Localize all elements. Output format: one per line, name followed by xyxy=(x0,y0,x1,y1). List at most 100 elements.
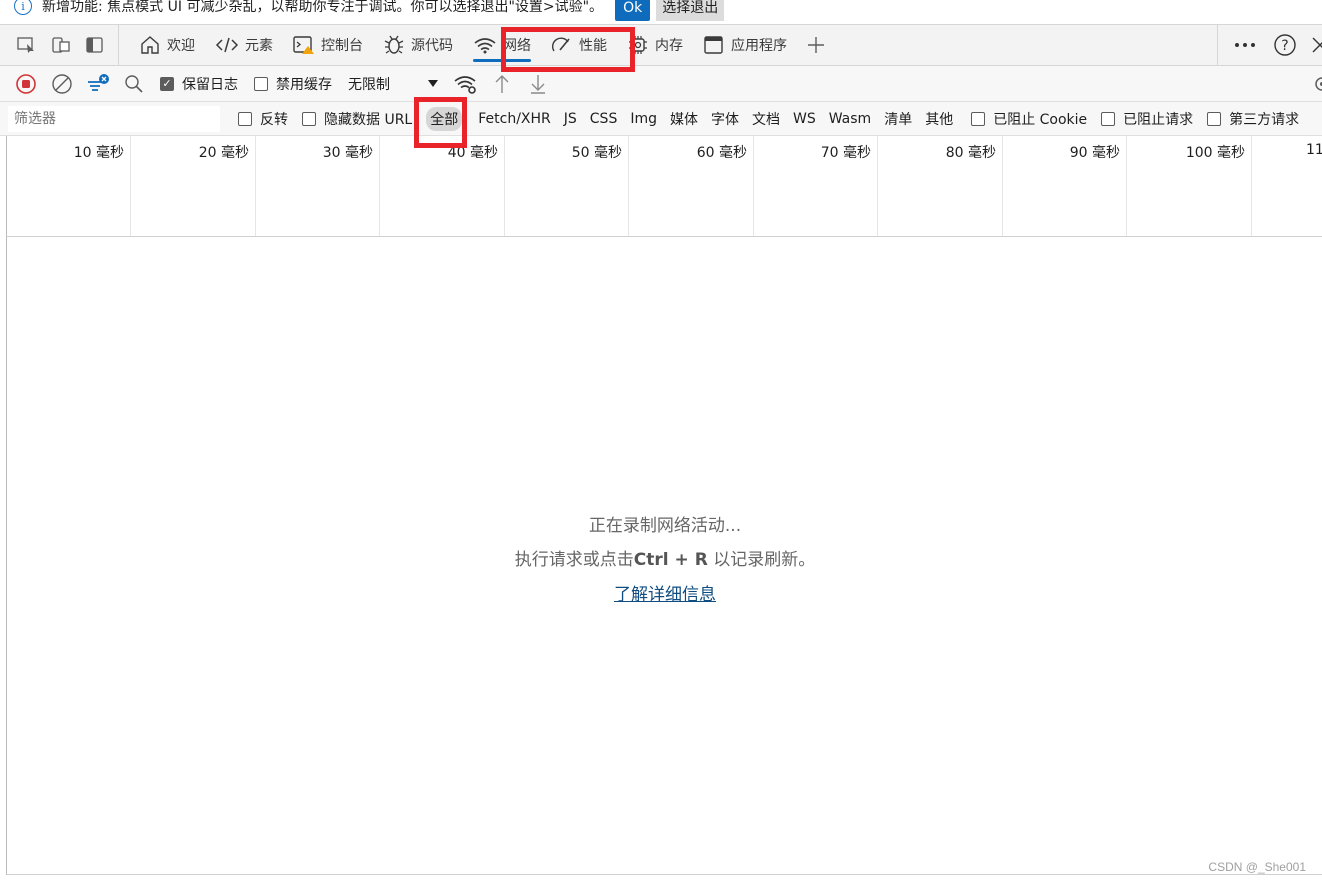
close-icon[interactable] xyxy=(1310,30,1322,60)
checkbox-box xyxy=(1207,111,1222,126)
blocked-requests-label: 已阻止请求 xyxy=(1123,111,1194,128)
disable-cache-checkbox[interactable]: 禁用缓存 xyxy=(254,74,332,94)
blocked-requests-checkbox[interactable]: 已阻止请求 xyxy=(1101,109,1193,129)
help-icon[interactable]: ? xyxy=(1268,30,1302,60)
timeline-tick: 30 毫秒 xyxy=(256,136,380,236)
network-conditions-icon[interactable] xyxy=(448,69,484,99)
tab-elements[interactable]: 元素 xyxy=(205,25,283,65)
tab-label: 源代码 xyxy=(411,38,453,54)
preserve-log-label: 保留日志 xyxy=(182,76,238,93)
tab-performance[interactable]: 性能 xyxy=(541,25,617,65)
tab-sources[interactable]: 源代码 xyxy=(373,25,463,65)
throttle-value: 无限制 xyxy=(348,76,390,93)
filter-type-other[interactable]: 其他 xyxy=(921,107,957,131)
bug-icon xyxy=(383,35,405,55)
hint-suffix: 以记录刷新。 xyxy=(713,550,816,570)
opt-out-button[interactable]: 选择退出 xyxy=(656,0,725,21)
filter-input[interactable] xyxy=(8,105,220,132)
import-har-icon[interactable] xyxy=(484,69,520,99)
blocked-cookies-label: 已阻止 Cookie xyxy=(993,111,1088,128)
filter-type-doc[interactable]: 文档 xyxy=(748,107,784,131)
filter-type-wasm[interactable]: Wasm xyxy=(825,109,875,129)
add-tab-plus-icon[interactable] xyxy=(799,30,833,60)
filter-bar: 反转 隐藏数据 URL 全部 Fetch/XHR JS CSS Img 媒体 字… xyxy=(0,102,1322,136)
learn-more-link[interactable]: 了解详细信息 xyxy=(614,585,716,605)
tabbar-right-tools: ? xyxy=(1217,25,1322,65)
hide-data-urls-label: 隐藏数据 URL xyxy=(324,111,413,128)
filter-type-media[interactable]: 媒体 xyxy=(666,107,702,131)
inspect-element-icon[interactable] xyxy=(10,30,44,60)
filter-type-fetch-xhr[interactable]: Fetch/XHR xyxy=(474,109,555,129)
timeline-overview[interactable]: 10 毫秒 20 毫秒 30 毫秒 40 毫秒 50 毫秒 60 毫秒 70 毫… xyxy=(6,136,1322,237)
export-har-icon[interactable] xyxy=(520,69,556,99)
window-icon xyxy=(703,35,725,55)
timeline-tick: 70 毫秒 xyxy=(754,136,878,236)
invert-checkbox[interactable]: 反转 xyxy=(238,109,288,129)
clear-icon[interactable] xyxy=(44,69,80,99)
tab-label: 应用程序 xyxy=(731,38,787,54)
blocked-cookies-checkbox[interactable]: 已阻止 Cookie xyxy=(971,109,1087,129)
filter-type-ws[interactable]: WS xyxy=(789,109,820,129)
checkbox-box xyxy=(302,111,316,126)
tab-label: 性能 xyxy=(579,38,607,54)
network-toolbar: ✓ 保留日志 禁用缓存 无限制 xyxy=(0,66,1322,102)
recording-message: 正在录制网络活动... xyxy=(588,516,742,536)
shortcut-key: Ctrl + R xyxy=(633,550,708,570)
hide-data-urls-checkbox[interactable]: 隐藏数据 URL xyxy=(302,109,412,129)
timeline-tick: 80 毫秒 xyxy=(878,136,1003,236)
throttle-select[interactable]: 无限制 xyxy=(348,74,438,94)
preserve-log-checkbox[interactable]: ✓ 保留日志 xyxy=(160,74,238,94)
watermark: CSDN @_She001 xyxy=(1208,860,1306,874)
wifi-icon xyxy=(473,36,497,54)
checkbox-box xyxy=(238,111,252,126)
info-message: 新增功能: 焦点模式 UI 可减少杂乱，以帮助你专注于调试。你可以选择退出"设置… xyxy=(42,0,604,15)
filter-type-css[interactable]: CSS xyxy=(586,109,622,129)
reload-hint: 执行请求或点击Ctrl + R 以记录刷新。 xyxy=(7,545,1322,570)
timeline-tick: 20 毫秒 xyxy=(131,136,256,236)
chip-icon xyxy=(627,35,649,55)
tab-label: 欢迎 xyxy=(167,38,195,54)
sidebar-toggle-icon[interactable] xyxy=(78,30,112,60)
more-options-icon[interactable] xyxy=(1228,30,1262,60)
checkbox-box xyxy=(971,111,986,126)
filter-type-img[interactable]: Img xyxy=(626,109,661,129)
tab-application[interactable]: 应用程序 xyxy=(693,25,797,65)
record-stop-icon[interactable] xyxy=(8,69,44,99)
home-icon xyxy=(139,35,161,55)
settings-gear-icon[interactable] xyxy=(1312,74,1322,94)
tab-label: 内存 xyxy=(655,38,683,54)
tab-console[interactable]: 控制台 xyxy=(283,25,373,65)
filter-type-all[interactable]: 全部 xyxy=(426,106,463,131)
console-warning-icon xyxy=(293,35,315,55)
ok-button[interactable]: Ok xyxy=(615,0,651,21)
request-list-empty: 正在录制网络活动... 执行请求或点击Ctrl + R 以记录刷新。 了解详细信… xyxy=(6,237,1322,875)
checkbox-box xyxy=(1101,111,1116,126)
invert-label: 反转 xyxy=(260,111,288,128)
filter-type-font[interactable]: 字体 xyxy=(707,107,743,131)
check-icon: ✓ xyxy=(160,76,174,91)
checkbox-box xyxy=(254,76,268,91)
timeline-tick: 90 毫秒 xyxy=(1003,136,1127,236)
device-emulation-icon[interactable] xyxy=(44,30,78,60)
chevron-down-icon xyxy=(428,80,438,87)
filter-type-manifest[interactable]: 清单 xyxy=(880,107,916,131)
svg-text:?: ? xyxy=(1281,38,1288,54)
tab-label: 控制台 xyxy=(321,38,363,54)
timeline-tick: 60 毫秒 xyxy=(629,136,754,236)
search-icon[interactable] xyxy=(116,69,152,99)
third-party-label: 第三方请求 xyxy=(1229,111,1300,128)
tab-label: 元素 xyxy=(245,38,273,54)
third-party-checkbox[interactable]: 第三方请求 xyxy=(1207,109,1299,129)
devtools-tab-bar: 欢迎 元素 控制台 源代码 网络 性能 内存 应用程序 ? xyxy=(0,24,1322,66)
filter-type-js[interactable]: JS xyxy=(560,109,581,129)
learn-more-row: 了解详细信息 xyxy=(7,580,1322,605)
tab-memory[interactable]: 内存 xyxy=(617,25,693,65)
info-bar: i 新增功能: 焦点模式 UI 可减少杂乱，以帮助你专注于调试。你可以选择退出"… xyxy=(0,0,1322,24)
filter-toggle-icon[interactable] xyxy=(80,69,116,99)
hint-prefix: 执行请求或点击 xyxy=(514,550,634,570)
timeline-tick: 40 毫秒 xyxy=(380,136,505,236)
timeline-tick: 100 毫秒 xyxy=(1127,136,1252,236)
tab-network[interactable]: 网络 xyxy=(463,25,541,65)
tab-welcome[interactable]: 欢迎 xyxy=(129,25,205,65)
timeline-tick: 11 xyxy=(1252,136,1322,236)
